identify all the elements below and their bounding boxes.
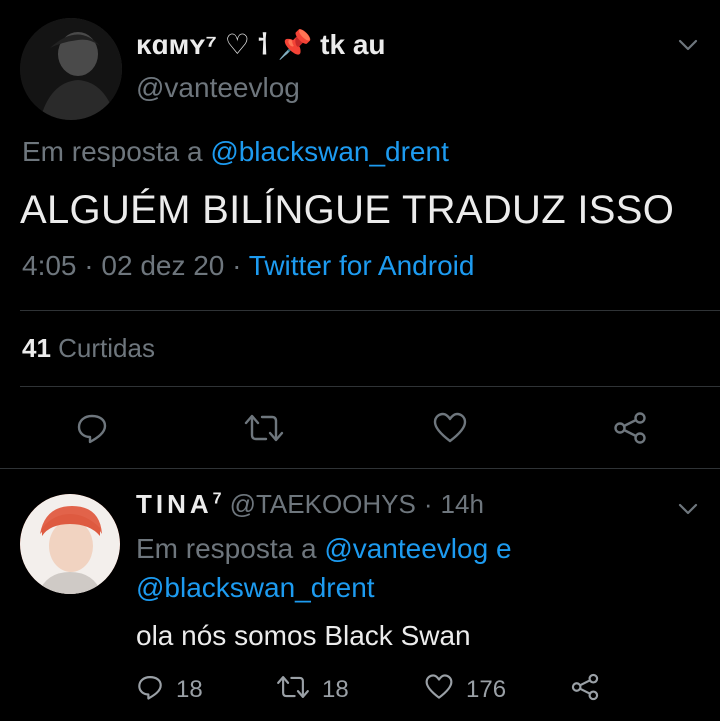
like-action[interactable]: 176 — [424, 673, 507, 708]
like-count: 176 — [466, 676, 507, 703]
chevron-down-icon[interactable] — [678, 38, 698, 52]
meta-separator: · — [84, 250, 94, 281]
reply-separator: · — [423, 489, 433, 519]
reply-handle[interactable]: @TAEKOOHYS — [230, 489, 416, 520]
reply-to-link[interactable]: @vanteevlog — [324, 533, 488, 564]
main-avatar[interactable] — [20, 18, 122, 120]
retweet-action[interactable]: 18 — [276, 674, 349, 706]
tweet-client[interactable]: Twitter for Android — [249, 250, 475, 281]
chevron-down-icon[interactable] — [678, 502, 698, 516]
meta-separator: · — [232, 250, 242, 281]
main-handle[interactable]: @vanteevlog — [136, 72, 300, 104]
reply-icon — [136, 673, 164, 708]
reply-count: 18 — [176, 676, 203, 703]
tweet-actions — [0, 408, 720, 448]
retweet-count: 18 — [322, 676, 349, 703]
reply-icon[interactable] — [72, 408, 112, 448]
reply-name-text: TINA — [136, 489, 213, 519]
retweet-icon[interactable] — [244, 408, 284, 448]
divider — [20, 386, 720, 387]
retweet-icon — [276, 673, 310, 708]
reply-avatar[interactable] — [20, 494, 120, 594]
reply-text: ola nós somos Black Swan — [136, 620, 471, 651]
reply-prefix: Em resposta a — [136, 533, 317, 564]
share-action[interactable] — [570, 672, 600, 709]
reply-context-2: @blackswan_drent — [136, 572, 375, 604]
reply-to-link[interactable]: @blackswan_drent — [210, 136, 449, 167]
display-name-text: ĸɑᴍʏ⁷ ♡ ⸶ 📌 tk au — [136, 29, 386, 60]
reply-context: Em resposta a @blackswan_drent — [22, 136, 449, 168]
like-icon[interactable] — [430, 408, 470, 448]
likes-count: 41 — [22, 333, 51, 363]
reply-prefix: Em resposta a — [22, 136, 203, 167]
reply-action[interactable]: 18 — [136, 674, 203, 706]
share-icon[interactable] — [610, 408, 650, 448]
reply-name-sup: 7 — [212, 490, 222, 508]
tweet-meta: 4:05 · 02 dez 20 · Twitter for Android — [22, 250, 474, 282]
reply-actions: 18 18 176 — [0, 672, 720, 709]
likes-label: Curtidas — [58, 333, 155, 363]
divider — [0, 468, 720, 469]
reply-header: TINA7 @TAEKOOHYS · 14h — [136, 489, 484, 523]
tweet-text: ALGUÉM BILÍNGUE TRADUZ ISSO — [20, 188, 675, 232]
main-display-name[interactable]: ĸɑᴍʏ⁷ ♡ ⸶ 📌 tk au — [136, 22, 386, 66]
reply-context: Em resposta a @vanteevlog e — [136, 533, 512, 565]
like-icon — [424, 673, 454, 708]
tweet-date[interactable]: 02 dez 20 — [101, 250, 224, 281]
reply-age[interactable]: 14h — [441, 489, 484, 520]
divider — [20, 310, 720, 311]
reply-to-link[interactable]: @blackswan_drent — [136, 572, 375, 603]
likes-row[interactable]: 41 Curtidas — [22, 333, 155, 364]
reply-display-name[interactable]: TINA7 — [136, 489, 222, 520]
tweet-time[interactable]: 4:05 — [22, 250, 77, 281]
share-icon — [570, 672, 600, 709]
reply-conj: e — [495, 533, 512, 564]
